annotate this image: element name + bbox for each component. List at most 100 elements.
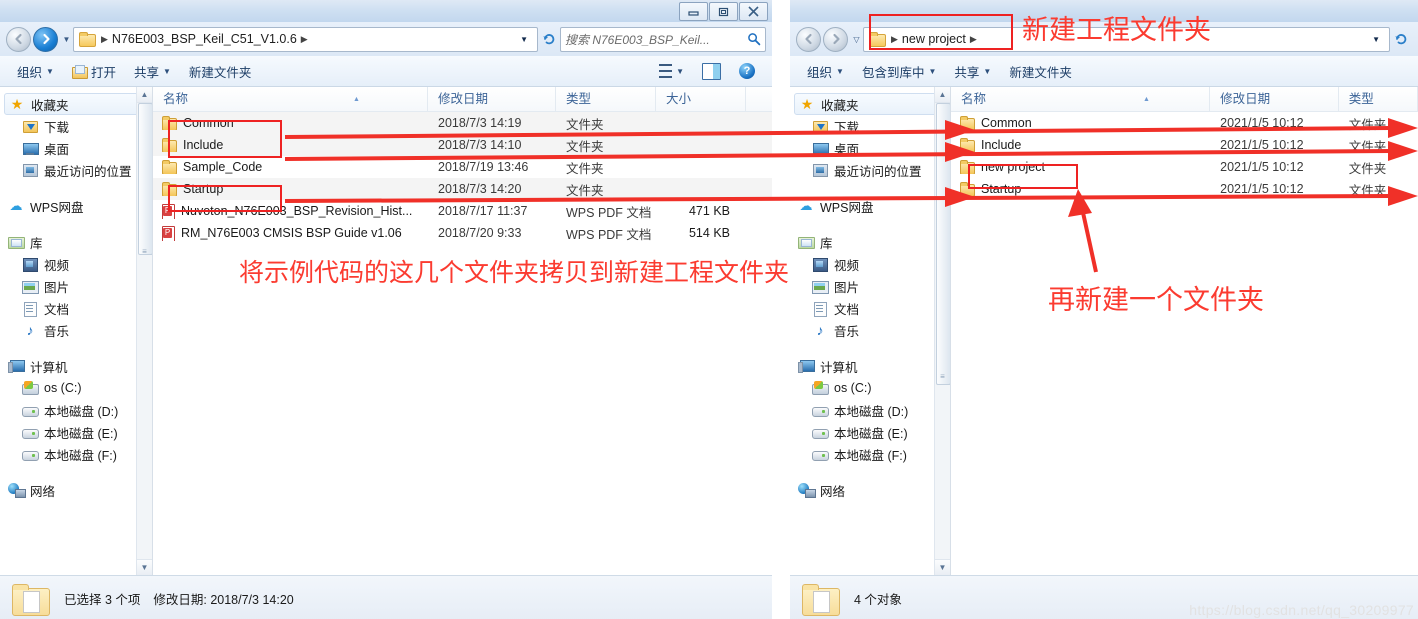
preview-pane-button[interactable] bbox=[693, 61, 730, 82]
sidebar-item-documents[interactable]: 文档 bbox=[0, 297, 152, 319]
new-folder-button[interactable]: 新建文件夹 bbox=[180, 60, 261, 83]
right-file-list[interactable]: 名称 ▲ 修改日期 类型 Common 2021/1/5 10:12 文件夹 I… bbox=[951, 87, 1418, 575]
share-menu[interactable]: 共享 ▼ bbox=[125, 60, 180, 83]
search-icon[interactable] bbox=[747, 32, 761, 46]
close-button[interactable] bbox=[739, 2, 768, 21]
forward-button[interactable] bbox=[823, 26, 848, 52]
sidebar-item-videos[interactable]: 视频 bbox=[790, 253, 950, 275]
sidebar-item-network[interactable]: 网络 bbox=[790, 479, 950, 501]
back-button[interactable] bbox=[6, 26, 31, 52]
column-type[interactable]: 类型 bbox=[556, 87, 656, 111]
scroll-down-icon[interactable]: ▼ bbox=[137, 559, 152, 575]
sidebar-item-pictures[interactable]: 图片 bbox=[790, 275, 950, 297]
cell-name[interactable]: Startup bbox=[153, 182, 428, 196]
include-in-library-menu[interactable]: 包含到库中 ▼ bbox=[853, 60, 945, 83]
breadcrumb-current[interactable]: new project bbox=[902, 32, 966, 46]
cell-name[interactable]: new project bbox=[951, 160, 1210, 174]
table-row[interactable]: Common 2021/1/5 10:12 文件夹 bbox=[951, 112, 1418, 134]
table-row[interactable]: Common 2018/7/3 14:19 文件夹 bbox=[153, 112, 772, 134]
left-nav-scrollbar[interactable]: ▲ ≡ ▼ bbox=[136, 87, 152, 575]
open-button[interactable]: 打开 bbox=[63, 60, 125, 83]
restore-button[interactable] bbox=[709, 2, 738, 21]
sidebar-item-library[interactable]: 库 bbox=[790, 231, 950, 253]
cell-name[interactable]: Sample_Code bbox=[153, 160, 428, 174]
table-row[interactable]: new project 2021/1/5 10:12 文件夹 bbox=[951, 156, 1418, 178]
table-row[interactable]: Include 2018/7/3 14:10 文件夹 bbox=[153, 134, 772, 156]
sidebar-item-drive-f[interactable]: 本地磁盘 (F:) bbox=[790, 443, 950, 465]
breadcrumb-separator-end[interactable]: ▶ bbox=[297, 34, 312, 45]
new-folder-button[interactable]: 新建文件夹 bbox=[1000, 60, 1081, 83]
table-row[interactable]: RM_N76E003 CMSIS BSP Guide v1.06 2018/7/… bbox=[153, 222, 772, 244]
scroll-thumb[interactable] bbox=[138, 103, 152, 255]
breadcrumb-separator-end[interactable]: ▶ bbox=[966, 34, 981, 45]
scroll-up-icon[interactable]: ▲ bbox=[137, 87, 152, 103]
change-view-button[interactable]: ▼ bbox=[645, 62, 693, 80]
cell-name[interactable]: Include bbox=[153, 138, 428, 152]
breadcrumb-current[interactable]: N76E003_BSP_Keil_C51_V1.0.6 bbox=[112, 32, 297, 46]
cell-name[interactable]: Nuvoton_N76E003_BSP_Revision_Hist... bbox=[153, 203, 428, 219]
sidebar-item-favorites[interactable]: ★ 收藏夹 bbox=[794, 93, 944, 115]
recent-locations-caret[interactable]: ▼ bbox=[60, 35, 73, 44]
organize-menu[interactable]: 组织 ▼ bbox=[798, 60, 853, 83]
sidebar-item-downloads[interactable]: 下载 bbox=[0, 115, 152, 137]
refresh-icon[interactable] bbox=[1390, 28, 1412, 51]
share-menu[interactable]: 共享 ▼ bbox=[945, 60, 1000, 83]
right-nav-scrollbar[interactable]: ▲ ≡ ▼ bbox=[934, 87, 950, 575]
left-search-box[interactable]: 搜索 N76E003_BSP_Keil... bbox=[560, 26, 766, 52]
sidebar-item-drive-e[interactable]: 本地磁盘 (E:) bbox=[790, 421, 950, 443]
sidebar-item-music[interactable]: ♪ 音乐 bbox=[0, 319, 152, 341]
sidebar-item-documents[interactable]: 文档 bbox=[790, 297, 950, 319]
recent-locations-caret[interactable]: ▽ bbox=[850, 35, 863, 44]
table-row[interactable]: Startup 2018/7/3 14:20 文件夹 bbox=[153, 178, 772, 200]
scroll-up-icon[interactable]: ▲ bbox=[935, 87, 950, 103]
cell-name[interactable]: Common bbox=[951, 116, 1210, 130]
sidebar-item-library[interactable]: 库 bbox=[0, 231, 152, 253]
address-dropdown-caret[interactable]: ▼ bbox=[513, 35, 535, 44]
sidebar-item-favorites[interactable]: ★ 收藏夹 bbox=[4, 93, 146, 115]
sidebar-item-drive-d[interactable]: 本地磁盘 (D:) bbox=[0, 399, 152, 421]
right-address-input[interactable]: ▶ new project ▶ ▼ bbox=[863, 26, 1390, 52]
sidebar-item-wps[interactable]: ☁ WPS网盘 bbox=[790, 195, 950, 217]
sidebar-item-recent-places[interactable]: 最近访问的位置 bbox=[790, 159, 950, 181]
cell-name[interactable]: RM_N76E003 CMSIS BSP Guide v1.06 bbox=[153, 225, 428, 241]
left-file-list[interactable]: 名称 ▲ 修改日期 类型 大小 Common 2018/7/3 14:19 文件… bbox=[153, 87, 772, 575]
column-name[interactable]: 名称 ▲ bbox=[951, 87, 1211, 111]
sidebar-item-drive-f[interactable]: 本地磁盘 (F:) bbox=[0, 443, 152, 465]
left-address-input[interactable]: ▶ N76E003_BSP_Keil_C51_V1.0.6 ▶ ▼ bbox=[73, 26, 538, 52]
sidebar-item-pictures[interactable]: 图片 bbox=[0, 275, 152, 297]
sidebar-item-desktop[interactable]: 桌面 bbox=[0, 137, 152, 159]
sidebar-item-drive-c[interactable]: os (C:) bbox=[0, 377, 152, 399]
address-dropdown-caret[interactable]: ▼ bbox=[1365, 35, 1387, 44]
column-name[interactable]: 名称 ▲ bbox=[153, 87, 428, 111]
scroll-down-icon[interactable]: ▼ bbox=[935, 559, 950, 575]
help-button[interactable]: ? bbox=[730, 61, 764, 81]
column-size[interactable]: 大小 bbox=[656, 87, 746, 111]
sidebar-item-recent-places[interactable]: 最近访问的位置 bbox=[0, 159, 152, 181]
organize-menu[interactable]: 组织 ▼ bbox=[8, 60, 63, 83]
sidebar-item-wps[interactable]: ☁ WPS网盘 bbox=[0, 195, 152, 217]
forward-button[interactable] bbox=[33, 26, 58, 52]
cell-name[interactable]: Common bbox=[153, 116, 428, 130]
sidebar-item-videos[interactable]: 视频 bbox=[0, 253, 152, 275]
back-button[interactable] bbox=[796, 26, 821, 52]
sidebar-item-drive-c[interactable]: os (C:) bbox=[790, 377, 950, 399]
sidebar-item-drive-d[interactable]: 本地磁盘 (D:) bbox=[790, 399, 950, 421]
column-type[interactable]: 类型 bbox=[1339, 87, 1418, 111]
table-row[interactable]: Startup 2021/1/5 10:12 文件夹 bbox=[951, 178, 1418, 200]
sidebar-item-downloads[interactable]: 下载 bbox=[790, 115, 950, 137]
scroll-thumb[interactable] bbox=[936, 103, 950, 385]
sidebar-item-desktop[interactable]: 桌面 bbox=[790, 137, 950, 159]
sidebar-item-network[interactable]: 网络 bbox=[0, 479, 152, 501]
column-date[interactable]: 修改日期 bbox=[1210, 87, 1339, 111]
sidebar-item-music[interactable]: ♪ 音乐 bbox=[790, 319, 950, 341]
sidebar-item-computer[interactable]: 计算机 bbox=[790, 355, 950, 377]
column-date[interactable]: 修改日期 bbox=[428, 87, 556, 111]
minimize-button[interactable] bbox=[679, 2, 708, 21]
table-row[interactable]: Sample_Code 2018/7/19 13:46 文件夹 bbox=[153, 156, 772, 178]
cell-name[interactable]: Startup bbox=[951, 182, 1210, 196]
sidebar-item-computer[interactable]: 计算机 bbox=[0, 355, 152, 377]
cell-name[interactable]: Include bbox=[951, 138, 1210, 152]
table-row[interactable]: Nuvoton_N76E003_BSP_Revision_Hist... 201… bbox=[153, 200, 772, 222]
table-row[interactable]: Include 2021/1/5 10:12 文件夹 bbox=[951, 134, 1418, 156]
refresh-icon[interactable] bbox=[538, 28, 560, 51]
